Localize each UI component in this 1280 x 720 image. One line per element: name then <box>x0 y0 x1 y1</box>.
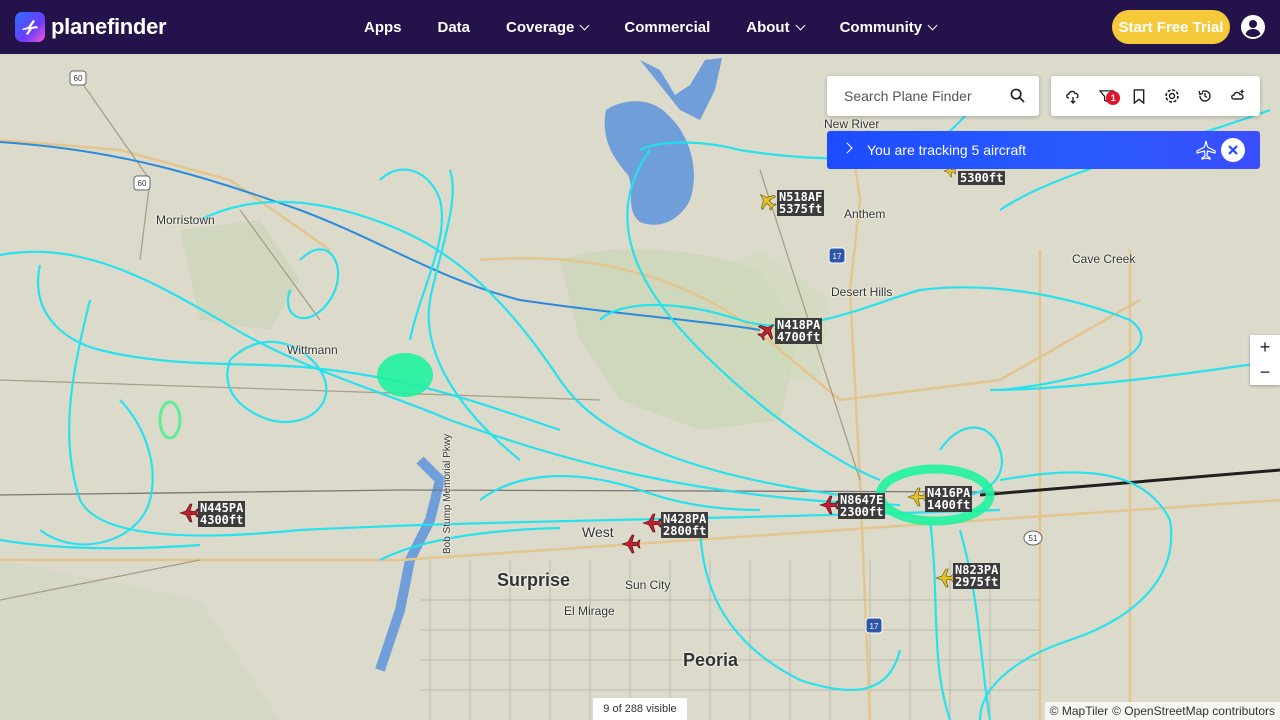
place-cave-creek: Cave Creek <box>1072 252 1136 266</box>
filter-icon[interactable]: 1 <box>1095 85 1121 107</box>
nav-coverage[interactable]: Coverage <box>506 18 590 36</box>
nav-commercial[interactable]: Commercial <box>624 19 710 36</box>
altitude: 4300ft <box>200 513 244 527</box>
map-attribution: © MapTiler © OpenStreetMap contributors <box>1044 702 1280 720</box>
visible-aircraft-count: 9 of 288 visible <box>593 698 687 720</box>
zoom-in-button[interactable]: + <box>1250 335 1280 360</box>
map-toolbar: 1 <box>1051 76 1260 116</box>
osm-attribution[interactable]: © OpenStreetMap contributors <box>1112 704 1275 718</box>
road-bob-stump: Bob Stump Memorial Pkwy <box>442 433 453 554</box>
tracking-text: You are tracking 5 aircraft <box>867 142 1027 158</box>
nav-apps[interactable]: Apps <box>364 19 402 36</box>
chevron-right-icon[interactable] <box>841 142 853 154</box>
nav-about[interactable]: About <box>746 18 806 36</box>
top-navbar: planefinder Apps Data Coverage Commercia… <box>0 0 1280 54</box>
chevron-down-icon <box>927 20 938 30</box>
maptiler-attribution[interactable]: © MapTiler <box>1050 704 1108 718</box>
nav-community-label: Community <box>839 18 923 36</box>
aircraft-label-n823pa[interactable]: N823PA 2975ft <box>953 563 1001 589</box>
ar-view-icon[interactable] <box>1227 85 1249 107</box>
weather-icon[interactable] <box>1062 85 1084 107</box>
altitude: 5300ft <box>960 171 1004 185</box>
place-peoria: Peoria <box>683 650 739 670</box>
filter-count-badge: 1 <box>1106 91 1121 105</box>
us60-shield-label: 60 <box>74 74 83 83</box>
us60-shield-label-2: 60 <box>138 179 147 188</box>
logo-plane-icon <box>15 12 45 42</box>
nav-coverage-label: Coverage <box>506 18 575 36</box>
nav-apps-label: Apps <box>364 18 402 36</box>
nav-data-label: Data <box>437 18 471 36</box>
close-tracking-button[interactable] <box>1221 138 1245 162</box>
aircraft-label-n428pa[interactable]: N428PA 2800ft <box>661 512 709 538</box>
zoom-control: + − <box>1250 335 1280 385</box>
place-surprise: Surprise <box>497 570 571 590</box>
i17-shield-label-2: 17 <box>870 622 879 631</box>
history-icon[interactable] <box>1194 85 1216 107</box>
altitude: 1400ft <box>927 498 971 512</box>
plane-icon <box>1196 140 1216 165</box>
aircraft-label-n445pa[interactable]: N445PA 4300ft <box>198 501 246 527</box>
nav-data[interactable]: Data <box>438 19 471 36</box>
aircraft-label-n8647e[interactable]: N8647E 2300ft <box>838 493 886 519</box>
zoom-out-button[interactable]: − <box>1250 360 1280 385</box>
altitude: 2800ft <box>663 524 707 538</box>
aircraft-label-n416pa[interactable]: N416PA 1400ft <box>925 486 973 512</box>
altitude: 4700ft <box>777 330 821 344</box>
i17-shield-label: 17 <box>833 252 842 261</box>
sr51-shield-label: 51 <box>1029 534 1038 543</box>
search-input[interactable] <box>842 87 1006 105</box>
altitude: 2300ft <box>840 505 884 519</box>
bookmark-icon[interactable] <box>1128 85 1150 107</box>
altitude: 2975ft <box>955 575 999 589</box>
place-sun-city: Sun City <box>625 578 671 592</box>
place-morristown: Morristown <box>156 213 215 227</box>
aircraft-label-partial[interactable]: 5300ft <box>958 171 1006 185</box>
main-nav: Apps Data Coverage Commercial About Comm… <box>364 0 972 54</box>
aircraft-label-n418pa[interactable]: N418PA 4700ft <box>775 318 823 344</box>
brand-name: planefinder <box>51 14 167 39</box>
planefinder-logo[interactable]: planefinder <box>15 12 167 42</box>
place-anthem: Anthem <box>844 207 886 221</box>
start-free-trial-button[interactable]: Start Free Trial <box>1112 10 1230 44</box>
chevron-down-icon <box>579 20 590 30</box>
close-icon <box>1228 145 1238 155</box>
place-desert-hills: Desert Hills <box>831 285 893 299</box>
place-west: West <box>582 524 614 540</box>
user-circle-icon[interactable] <box>1241 15 1265 39</box>
place-el-mirage: El Mirage <box>564 604 615 618</box>
aircraft-label-n518af[interactable]: N518AF 5375ft <box>777 190 825 216</box>
search-bar <box>827 76 1039 116</box>
altitude: 5375ft <box>779 202 823 216</box>
place-wittmann: Wittmann <box>287 343 338 357</box>
nav-about-label: About <box>746 18 790 36</box>
nav-community[interactable]: Community <box>839 18 938 36</box>
search-icon[interactable] <box>1010 88 1025 108</box>
chevron-down-icon <box>795 20 806 30</box>
place-new-river: New River <box>824 117 880 131</box>
nav-commercial-label: Commercial <box>624 18 711 36</box>
settings-icon[interactable] <box>1161 85 1183 107</box>
